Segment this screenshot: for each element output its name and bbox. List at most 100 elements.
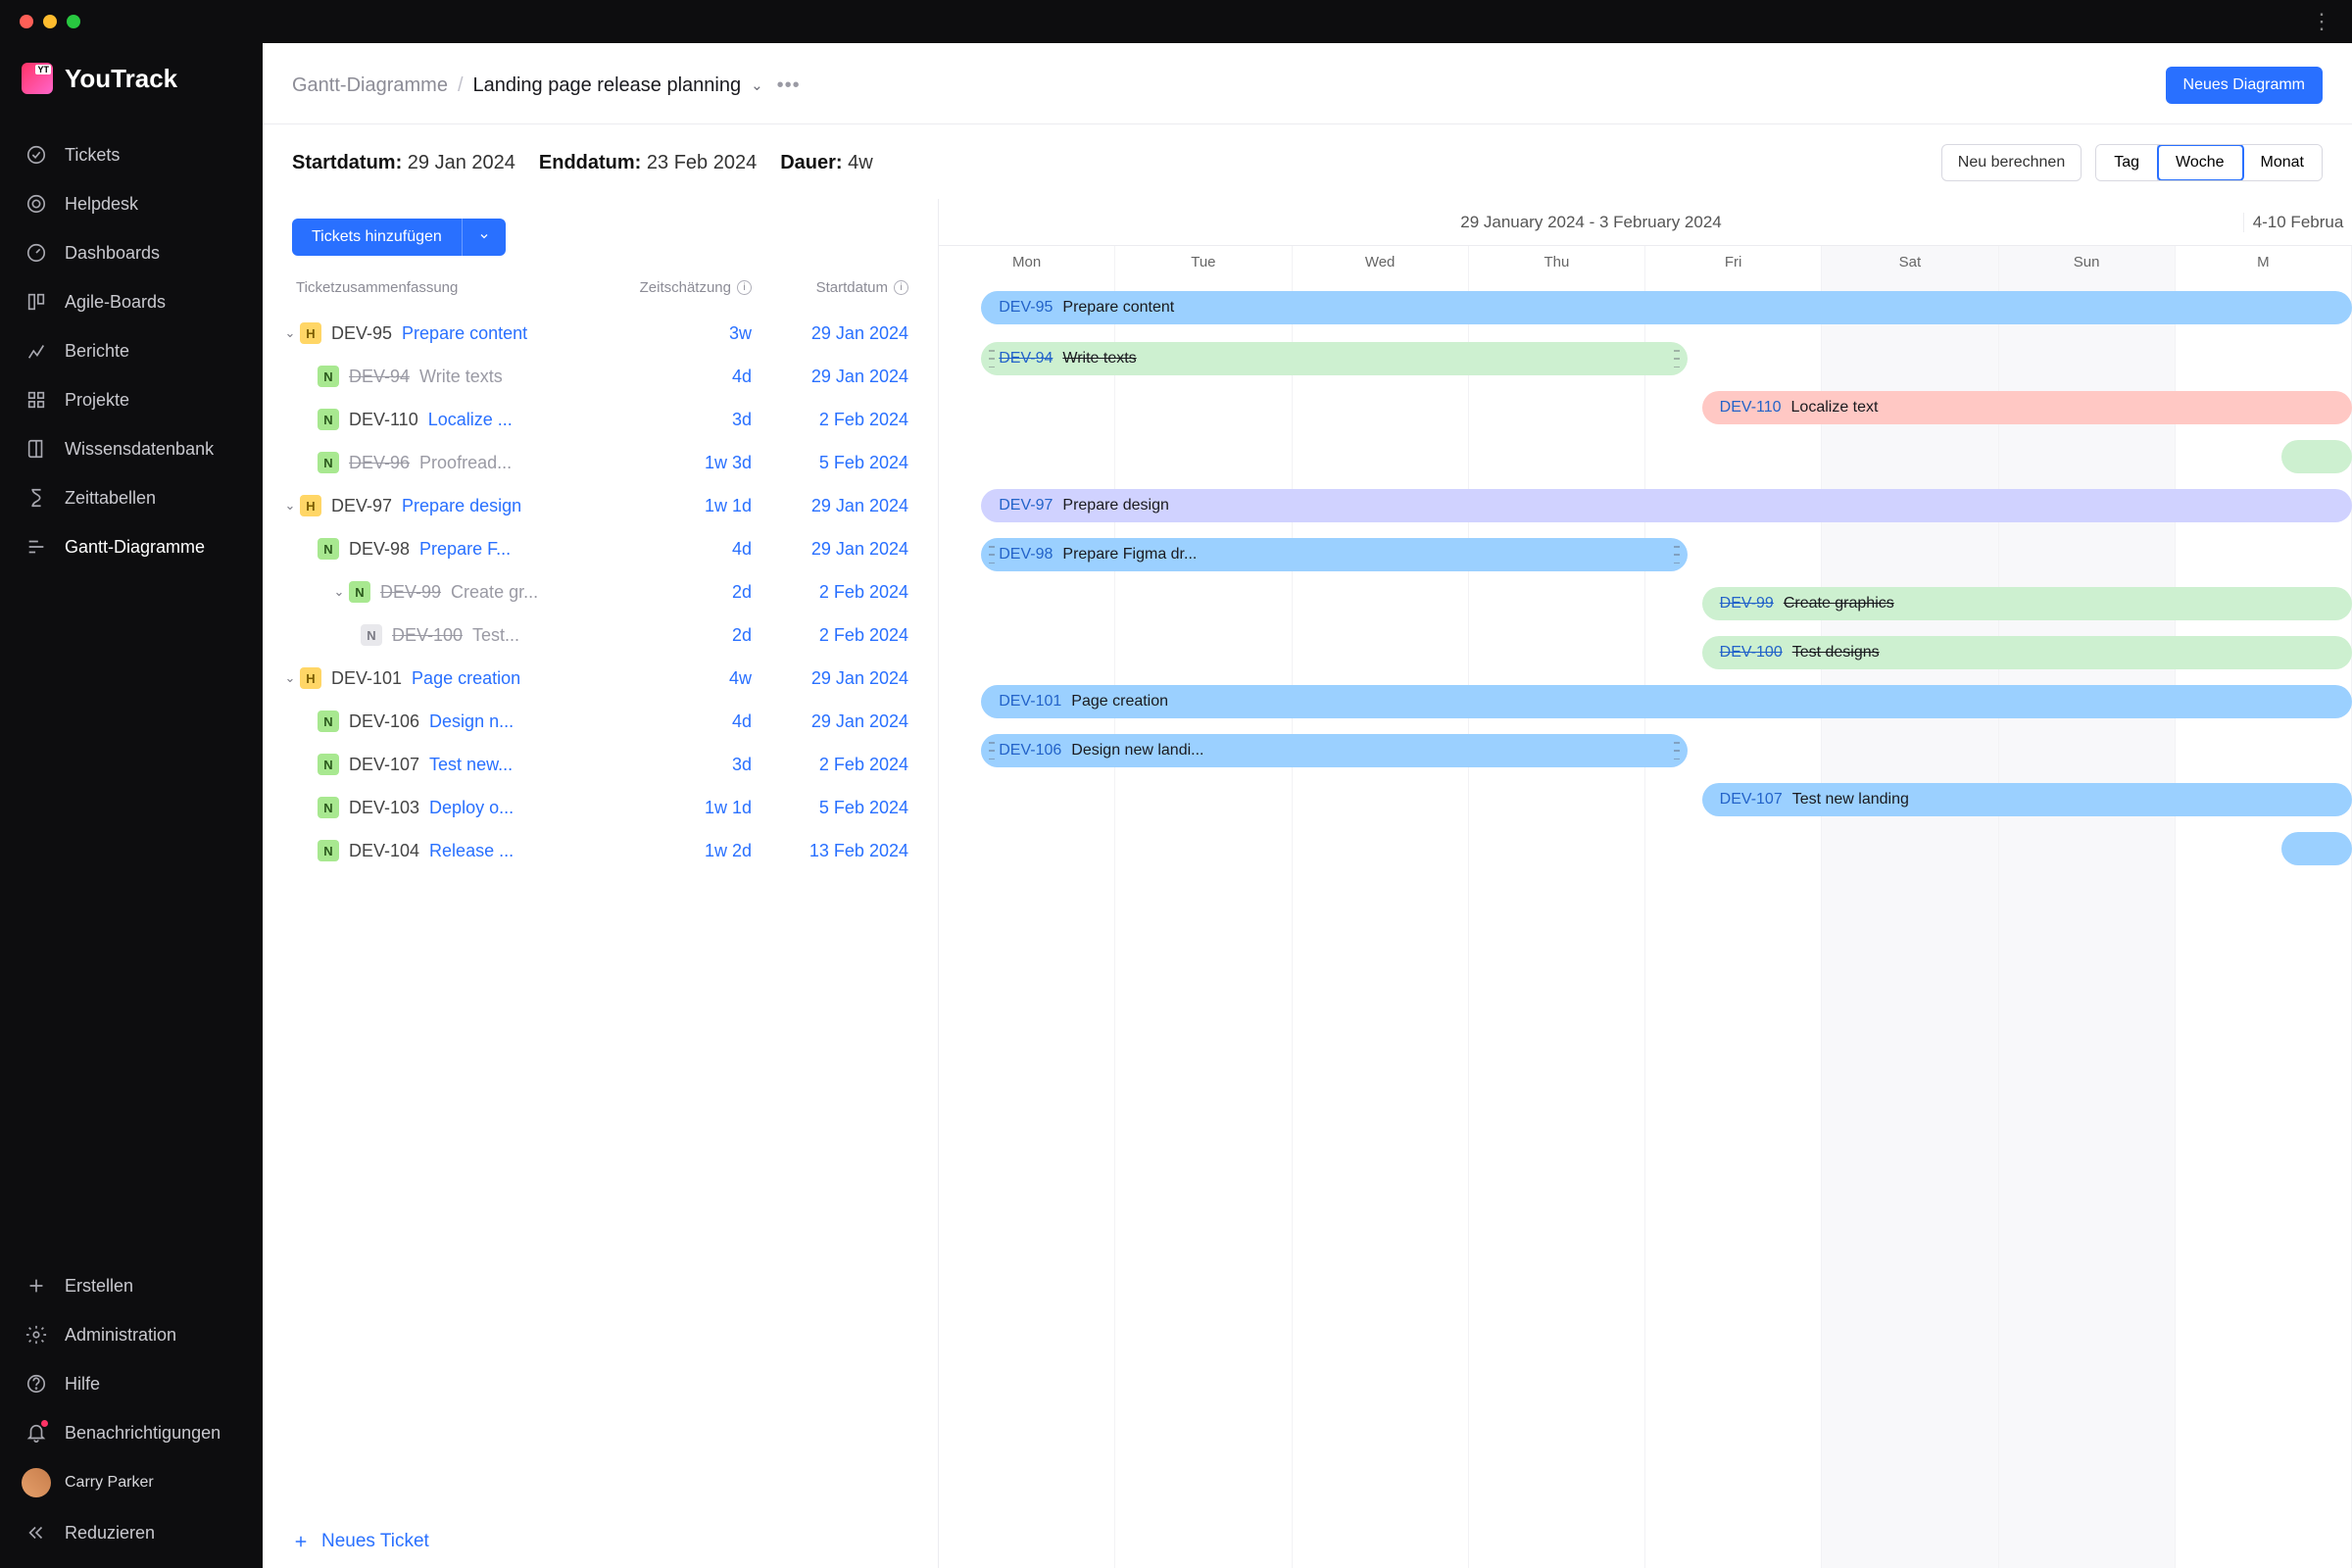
table-row[interactable]: ⌄ H DEV-97 Prepare design 1w 1d 29 Jan 2… — [263, 484, 938, 527]
gantt-bar[interactable] — [2281, 440, 2352, 473]
ticket-id[interactable]: DEV-106 — [349, 711, 419, 732]
table-row[interactable]: N DEV-103 Deploy o... 1w 1d 5 Feb 2024 — [263, 786, 938, 829]
gantt-bar[interactable]: DEV-106Design new landi... — [981, 734, 1688, 767]
ticket-estimate[interactable]: 3d — [654, 755, 752, 775]
sidebar-item-help[interactable]: Hilfe — [0, 1360, 263, 1407]
ticket-estimate[interactable]: 4d — [654, 539, 752, 560]
ticket-title[interactable]: Prepare F... — [419, 539, 654, 560]
table-row[interactable]: ⌄ N DEV-99 Create gr... 2d 2 Feb 2024 — [263, 570, 938, 613]
ticket-estimate[interactable]: 1w 1d — [654, 496, 752, 516]
ticket-startdate[interactable]: 29 Jan 2024 — [752, 496, 908, 516]
table-row[interactable]: N DEV-106 Design n... 4d 29 Jan 2024 — [263, 700, 938, 743]
ticket-id[interactable]: DEV-110 — [349, 410, 418, 430]
table-row[interactable]: ⌄ H DEV-95 Prepare content 3w 29 Jan 202… — [263, 312, 938, 355]
ticket-estimate[interactable]: 1w 2d — [654, 841, 752, 861]
ticket-startdate[interactable]: 29 Jan 2024 — [752, 668, 908, 689]
ticket-startdate[interactable]: 13 Feb 2024 — [752, 841, 908, 861]
sidebar-item-gear[interactable]: Administration — [0, 1311, 263, 1358]
ticket-id[interactable]: DEV-104 — [349, 841, 419, 861]
table-row[interactable]: N DEV-94 Write texts 4d 29 Jan 2024 — [263, 355, 938, 398]
close-window-icon[interactable] — [20, 15, 33, 28]
ticket-title[interactable]: Proofread... — [419, 453, 654, 473]
ticket-title[interactable]: Create gr... — [451, 582, 654, 603]
ticket-startdate[interactable]: 29 Jan 2024 — [752, 367, 908, 387]
view-week[interactable]: Woche — [2158, 145, 2243, 180]
gantt-bar[interactable]: DEV-94Write texts — [981, 342, 1688, 375]
new-diagram-button[interactable]: Neues Diagramm — [2166, 67, 2323, 104]
ticket-id[interactable]: DEV-100 — [392, 625, 463, 646]
collapse-sidebar[interactable]: Reduzieren — [0, 1509, 263, 1556]
page-title[interactable]: Landing page release planning — [473, 74, 742, 97]
ticket-estimate[interactable]: 1w 3d — [654, 453, 752, 473]
ticket-title[interactable]: Localize ... — [428, 410, 654, 430]
add-tickets-button[interactable]: Tickets hinzufügen — [292, 219, 462, 256]
sidebar-item-hourglass[interactable]: Zeittabellen — [0, 474, 263, 521]
ticket-id[interactable]: DEV-95 — [331, 323, 392, 344]
ticket-estimate[interactable]: 2d — [654, 625, 752, 646]
ticket-id[interactable]: DEV-94 — [349, 367, 410, 387]
user-profile[interactable]: Carry Parker — [0, 1456, 263, 1509]
gantt-bar[interactable]: DEV-100Test designs — [1702, 636, 2352, 669]
ticket-title[interactable]: Release ... — [429, 841, 654, 861]
ticket-startdate[interactable]: 29 Jan 2024 — [752, 539, 908, 560]
gantt-bar[interactable]: DEV-110Localize text — [1702, 391, 2352, 424]
gantt-bar[interactable]: DEV-101Page creation — [981, 685, 2352, 718]
sidebar-item-grid[interactable]: Projekte — [0, 376, 263, 423]
sidebar-item-bell[interactable]: Benachrichtigungen — [0, 1409, 263, 1456]
minimize-window-icon[interactable] — [43, 15, 57, 28]
sidebar-item-plus[interactable]: Erstellen — [0, 1262, 263, 1309]
crumb-parent[interactable]: Gantt-Diagramme — [292, 74, 448, 97]
ticket-startdate[interactable]: 2 Feb 2024 — [752, 582, 908, 603]
expand-toggle-icon[interactable]: ⌄ — [329, 584, 349, 600]
gantt-bar[interactable]: DEV-95Prepare content — [981, 291, 2352, 324]
chevron-down-icon[interactable]: ⌄ — [751, 76, 763, 94]
expand-toggle-icon[interactable]: ⌄ — [280, 670, 300, 686]
ticket-id[interactable]: DEV-99 — [380, 582, 441, 603]
ticket-startdate[interactable]: 29 Jan 2024 — [752, 711, 908, 732]
ticket-id[interactable]: DEV-98 — [349, 539, 410, 560]
view-day[interactable]: Tag — [2096, 145, 2158, 180]
sidebar-item-chart[interactable]: Berichte — [0, 327, 263, 374]
ticket-title[interactable]: Prepare content — [402, 323, 654, 344]
ticket-startdate[interactable]: 2 Feb 2024 — [752, 625, 908, 646]
recalculate-button[interactable]: Neu berechnen — [1941, 144, 2082, 181]
ticket-estimate[interactable]: 4d — [654, 711, 752, 732]
ticket-title[interactable]: Write texts — [419, 367, 654, 387]
sidebar-item-gauge[interactable]: Dashboards — [0, 229, 263, 276]
expand-toggle-icon[interactable]: ⌄ — [280, 325, 300, 341]
ticket-id[interactable]: DEV-96 — [349, 453, 410, 473]
gantt-bar[interactable]: DEV-98Prepare Figma dr... — [981, 538, 1688, 571]
ticket-estimate[interactable]: 1w 1d — [654, 798, 752, 818]
table-row[interactable]: N DEV-100 Test... 2d 2 Feb 2024 — [263, 613, 938, 657]
ticket-id[interactable]: DEV-103 — [349, 798, 419, 818]
table-row[interactable]: N DEV-96 Proofread... 1w 3d 5 Feb 2024 — [263, 441, 938, 484]
ticket-title[interactable]: Test new... — [429, 755, 654, 775]
ticket-title[interactable]: Design n... — [429, 711, 654, 732]
table-row[interactable]: N DEV-110 Localize ... 3d 2 Feb 2024 — [263, 398, 938, 441]
add-tickets-dropdown[interactable] — [462, 219, 506, 256]
app-logo[interactable]: YouTrack — [0, 63, 263, 122]
sidebar-item-check-circle[interactable]: Tickets — [0, 131, 263, 178]
window-menu-icon[interactable]: ⋮ — [2311, 9, 2332, 34]
ticket-title[interactable]: Prepare design — [402, 496, 654, 516]
ticket-startdate[interactable]: 5 Feb 2024 — [752, 453, 908, 473]
ticket-id[interactable]: DEV-97 — [331, 496, 392, 516]
ticket-estimate[interactable]: 3d — [654, 410, 752, 430]
ticket-startdate[interactable]: 5 Feb 2024 — [752, 798, 908, 818]
sidebar-item-board[interactable]: Agile-Boards — [0, 278, 263, 325]
expand-toggle-icon[interactable]: ⌄ — [280, 498, 300, 514]
table-row[interactable]: N DEV-98 Prepare F... 4d 29 Jan 2024 — [263, 527, 938, 570]
ticket-estimate[interactable]: 4w — [654, 668, 752, 689]
sidebar-item-gantt[interactable]: Gantt-Diagramme — [0, 523, 263, 570]
more-actions-icon[interactable]: ••• — [777, 74, 801, 97]
new-ticket-button[interactable]: Neues Ticket — [263, 1515, 938, 1568]
info-icon[interactable]: i — [737, 280, 752, 295]
gantt-bar[interactable]: DEV-97Prepare design — [981, 489, 2352, 522]
ticket-id[interactable]: DEV-101 — [331, 668, 402, 689]
ticket-title[interactable]: Deploy o... — [429, 798, 654, 818]
table-row[interactable]: N DEV-104 Release ... 1w 2d 13 Feb 2024 — [263, 829, 938, 872]
table-row[interactable]: ⌄ H DEV-101 Page creation 4w 29 Jan 2024 — [263, 657, 938, 700]
table-row[interactable]: N DEV-107 Test new... 3d 2 Feb 2024 — [263, 743, 938, 786]
maximize-window-icon[interactable] — [67, 15, 80, 28]
gantt-bar[interactable]: DEV-99Create graphics — [1702, 587, 2352, 620]
